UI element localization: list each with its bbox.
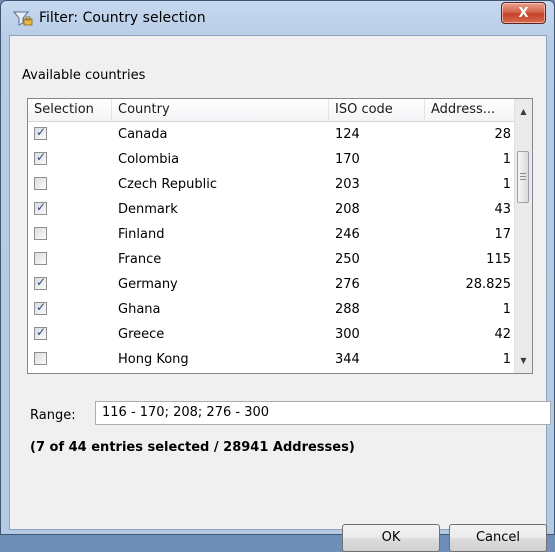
country-cell: Canada: [118, 127, 168, 142]
selection-checkbox[interactable]: [34, 150, 47, 165]
table-row[interactable]: Denmark 208 43: [28, 197, 515, 222]
column-header-country[interactable]: Country: [112, 99, 329, 121]
table-row[interactable]: Hungary 348 26: [28, 372, 515, 373]
ok-button[interactable]: OK: [342, 524, 440, 552]
selection-checkbox[interactable]: [34, 275, 47, 290]
addresses-cell: 28: [494, 127, 511, 142]
selection-checkbox[interactable]: [34, 325, 47, 340]
cancel-button[interactable]: Cancel: [449, 524, 547, 552]
iso-code-cell: 208: [335, 202, 360, 217]
close-icon: X: [518, 5, 529, 21]
country-cell: Ghana: [118, 302, 161, 317]
addresses-cell: 1: [502, 152, 511, 167]
column-header-selection[interactable]: Selection: [28, 99, 112, 121]
table-row[interactable]: Greece 300 42: [28, 322, 515, 347]
selection-checkbox[interactable]: [34, 125, 47, 140]
table-row[interactable]: Germany 276 28.825: [28, 272, 515, 297]
country-cell: France: [118, 252, 162, 267]
iso-code-cell: 203: [335, 177, 360, 192]
list-rows: Canada 124 28 Colombia 170 1 Czech Republic 203…: [28, 121, 515, 373]
table-row[interactable]: Finland 246 17: [28, 222, 515, 247]
iso-code-cell: 246: [335, 227, 360, 242]
dialog-client-area: Available countries Selection Country IS…: [9, 35, 551, 552]
country-cell: Czech Republic: [118, 177, 217, 192]
arrow-up-icon[interactable]: ▲: [515, 103, 532, 120]
addresses-cell: 28.825: [465, 277, 512, 292]
iso-code-cell: 348: [335, 372, 360, 373]
iso-code-cell: 276: [335, 277, 360, 292]
window-title: Filter: Country selection: [39, 10, 206, 26]
country-cell: Germany: [118, 277, 178, 292]
addresses-cell: 1: [502, 177, 511, 192]
table-row[interactable]: Czech Republic 203 1: [28, 172, 515, 197]
addresses-cell: 1: [502, 352, 511, 367]
country-cell: Finland: [118, 227, 165, 242]
iso-code-cell: 124: [335, 127, 360, 142]
title-bar[interactable]: Filter: Country selection X: [1, 1, 554, 33]
selection-checkbox[interactable]: [34, 352, 47, 365]
grip-icon: [520, 173, 526, 181]
iso-code-cell: 250: [335, 252, 360, 267]
selection-checkbox[interactable]: [34, 300, 47, 315]
arrow-down-icon[interactable]: ▼: [515, 352, 532, 369]
iso-code-cell: 344: [335, 352, 360, 367]
country-cell: Hong Kong: [118, 352, 189, 367]
dialog-window: Filter: Country selection X Available co…: [0, 0, 555, 552]
iso-code-cell: 170: [335, 152, 360, 167]
filter-funnel-icon: [13, 11, 33, 26]
table-row[interactable]: Hong Kong 344 1: [28, 347, 515, 372]
scrollbar-thumb[interactable]: [517, 151, 529, 203]
selection-checkbox[interactable]: [34, 252, 47, 265]
iso-code-cell: 300: [335, 327, 360, 342]
table-row[interactable]: France 250 115: [28, 247, 515, 272]
column-header-addresses[interactable]: Address...: [425, 99, 517, 121]
addresses-cell: 42: [494, 327, 511, 342]
table-row[interactable]: Colombia 170 1: [28, 147, 515, 172]
countries-list[interactable]: Selection Country ISO code Address... Ca…: [27, 98, 533, 374]
selection-checkbox[interactable]: [34, 200, 47, 215]
country-cell: Colombia: [118, 152, 180, 167]
country-cell: Denmark: [118, 202, 178, 217]
available-countries-label: Available countries: [22, 68, 146, 83]
close-button[interactable]: X: [501, 2, 546, 24]
range-label: Range:: [30, 408, 76, 423]
vertical-scrollbar[interactable]: ▲ ▼: [514, 99, 532, 373]
country-cell: Greece: [118, 327, 165, 342]
column-header-iso-code[interactable]: ISO code: [329, 99, 425, 121]
selection-summary: (7 of 44 entries selected / 28941 Addres…: [30, 440, 355, 455]
addresses-cell: 43: [494, 202, 511, 217]
country-cell: Hungary: [118, 372, 174, 373]
addresses-cell: 115: [486, 252, 511, 267]
addresses-cell: 26: [494, 372, 511, 373]
iso-code-cell: 288: [335, 302, 360, 317]
selection-checkbox[interactable]: [34, 227, 47, 240]
addresses-cell: 17: [494, 227, 511, 242]
table-row[interactable]: Canada 124 28: [28, 122, 515, 147]
selection-checkbox[interactable]: [34, 177, 47, 190]
range-input[interactable]: 116 - 170; 208; 276 - 300: [95, 401, 551, 425]
table-row[interactable]: Ghana 288 1: [28, 297, 515, 322]
list-header: Selection Country ISO code Address...: [28, 99, 517, 122]
addresses-cell: 1: [502, 302, 511, 317]
